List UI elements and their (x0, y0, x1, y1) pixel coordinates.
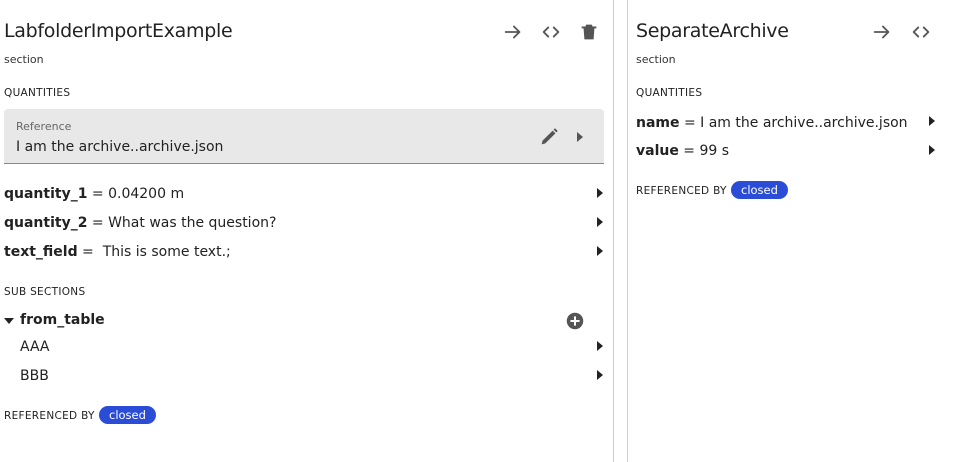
quantity-name: quantity_2 (4, 215, 88, 231)
reference-label: Reference (16, 120, 72, 133)
caret-down-icon[interactable] (4, 318, 14, 324)
quantity-equals: = (87, 215, 109, 231)
quantity-value: I am the archive..archive.json (700, 115, 908, 131)
lane-title: LabfolderImportExample (4, 20, 233, 42)
referenced-by-label: REFERENCED BY (4, 410, 95, 422)
quantities-heading: QUANTITIES (4, 87, 71, 99)
caret-right-icon[interactable] (597, 217, 603, 227)
pencil-icon[interactable] (537, 125, 561, 149)
code-icon[interactable] (909, 20, 933, 44)
quantity-row-3[interactable]: text_field = This is some text.; (4, 244, 231, 266)
quantity-name: name (636, 115, 680, 131)
lane-labfolder-import-example: LabfolderImportExample section QUANTITIE… (0, 0, 613, 462)
subsection-name: from_table (20, 312, 105, 328)
quantity-value: 0.04200 m (108, 186, 185, 202)
add-circle-icon[interactable] (563, 309, 587, 333)
quantities-heading: QUANTITIES (636, 87, 703, 99)
caret-right-icon[interactable] (929, 116, 935, 126)
caret-right-icon[interactable] (929, 145, 935, 155)
subsections-heading: SUB SECTIONS (4, 286, 86, 298)
caret-right-icon[interactable] (597, 188, 603, 198)
lane-separate-archive: SeparateArchive section QUANTITIES name … (628, 0, 957, 462)
code-icon[interactable] (539, 20, 563, 44)
arrow-right-icon[interactable] (501, 20, 525, 44)
quantity-value: This is some text.; (98, 244, 231, 260)
quantity-name: value (636, 143, 679, 159)
lane-title: SeparateArchive (636, 20, 789, 42)
quantity-row-2[interactable]: quantity_2 = What was the question? (4, 215, 276, 237)
quantity-equals: = (77, 244, 99, 260)
trash-icon[interactable] (577, 20, 601, 44)
quantity-row-1[interactable]: quantity_1 = 0.04200 m (4, 186, 184, 208)
quantity-equals: = (87, 186, 109, 202)
referenced-by-badge[interactable]: closed (99, 406, 156, 424)
quantity-name: text_field (4, 244, 78, 260)
referenced-by-badge[interactable]: closed (731, 181, 788, 199)
subsection-item[interactable]: BBB (20, 368, 49, 390)
lane-divider (613, 0, 614, 462)
quantity-name: quantity_1 (4, 186, 88, 202)
referenced-by-label: REFERENCED BY (636, 185, 727, 197)
subsection-item[interactable]: AAA (20, 339, 50, 361)
reference-field[interactable]: Reference I am the archive..archive.json (4, 109, 604, 164)
lane-subtitle: section (4, 53, 44, 66)
caret-right-icon[interactable] (597, 341, 603, 351)
quantity-value: 99 s (699, 143, 730, 159)
caret-right-icon[interactable] (597, 370, 603, 380)
quantity-value: What was the question? (108, 215, 277, 231)
arrow-right-icon[interactable] (870, 20, 894, 44)
reference-value: I am the archive..archive.json (16, 139, 224, 155)
caret-right-icon[interactable] (577, 132, 583, 142)
lane-subtitle: section (636, 53, 676, 66)
quantity-equals: = (679, 115, 701, 131)
quantity-row-name[interactable]: name = I am the archive..archive.json (636, 115, 908, 137)
quantity-row-value[interactable]: value = 99 s (636, 143, 729, 165)
subsection-from-table[interactable]: from_table (20, 312, 105, 334)
quantity-equals: = (678, 143, 700, 159)
caret-right-icon[interactable] (597, 246, 603, 256)
